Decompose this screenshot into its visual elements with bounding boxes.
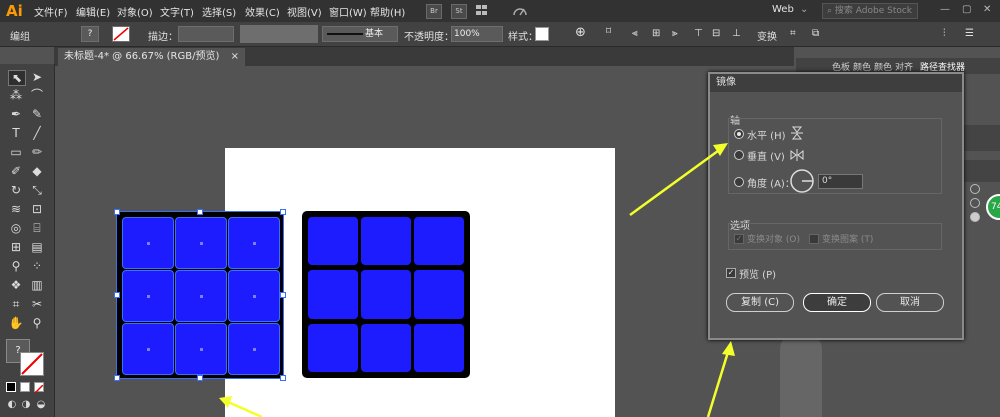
annotation-arrow [219, 396, 263, 417]
annotation-arrow [629, 143, 728, 217]
annotation-arrow [706, 341, 735, 417]
annotation-arrows [219, 143, 735, 417]
